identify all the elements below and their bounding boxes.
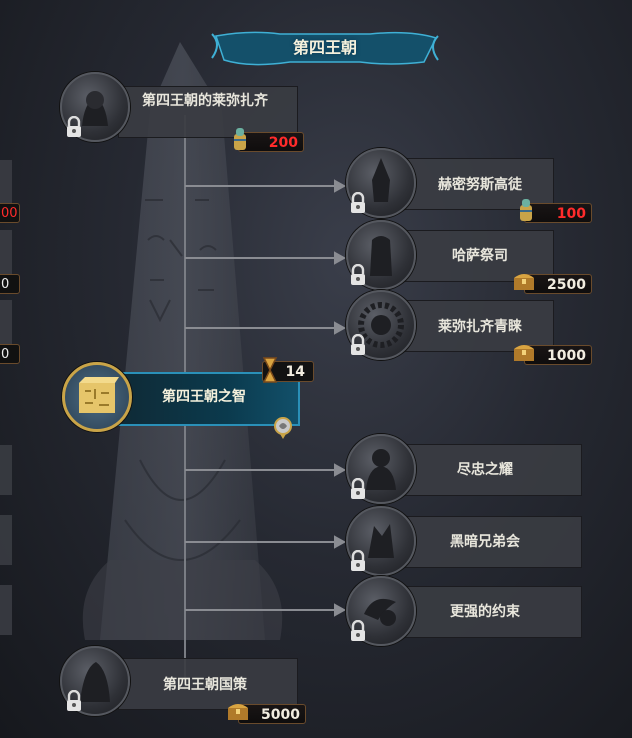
treasure-chest-icon [514, 345, 534, 361]
offscreen-cost: 0 [0, 344, 20, 364]
offscreen-node-box[interactable] [0, 515, 12, 565]
hourglass-icon [262, 357, 278, 383]
node-label: 第四王朝的莱弥扎齐 [142, 93, 268, 109]
canopic-jar-icon [520, 199, 532, 221]
node-label: 第四王朝之智 [162, 389, 246, 405]
snake-emblem-icon [274, 417, 292, 439]
lock-icon [351, 550, 365, 571]
node-label: 更强的约束 [450, 604, 520, 620]
lock-icon [351, 192, 365, 213]
node-label: 尽忠之耀 [457, 462, 513, 478]
lock-icon [351, 334, 365, 355]
wisdom-portrait-icon [62, 362, 132, 432]
node-label: 赫密努斯高徒 [438, 177, 522, 193]
offscreen-cost: 00 [0, 203, 20, 223]
canopic-jar-icon [234, 128, 246, 150]
treasure-chest-icon [514, 274, 534, 290]
node-label: 黑暗兄弟会 [450, 534, 520, 550]
node-label: 莱弥扎齐青睐 [438, 319, 522, 335]
lock-icon [351, 478, 365, 499]
page-title: 第四王朝 [292, 38, 357, 57]
game-scene: 第四王朝 00 0 0 第四王朝的莱弥扎齐 200 赫密努斯高徒 100 哈萨祭… [0, 0, 632, 738]
lock-icon [351, 620, 365, 641]
lock-icon [351, 264, 365, 285]
offscreen-cost: 0 [0, 274, 20, 294]
lock-icon [67, 116, 81, 137]
node-label: 第四王朝国策 [163, 677, 247, 693]
treasure-chest-icon [228, 704, 248, 720]
cost-value: 100 [524, 203, 592, 223]
node-label: 哈萨祭司 [452, 248, 508, 264]
offscreen-node-box[interactable] [0, 445, 12, 495]
offscreen-node-box[interactable] [0, 585, 12, 635]
lock-icon [67, 690, 81, 711]
